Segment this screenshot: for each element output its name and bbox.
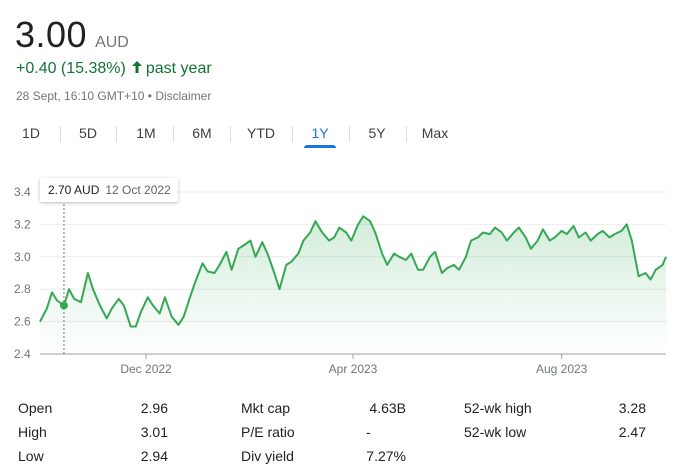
tab-separator — [116, 126, 117, 142]
y-tick-label: 3.4 — [14, 185, 31, 199]
tab-5d[interactable]: 5D — [72, 118, 104, 148]
stat-label-div-yield: Div yield — [241, 448, 294, 464]
price-chart[interactable]: 3.4 3.2 3.0 2.8 2.6 2.4 Dec 2022 Apr 2023 Aug 2… — [0, 176, 682, 376]
tab-1y[interactable]: 1Y — [304, 118, 336, 148]
stat-value-pe-ratio: - — [366, 424, 371, 440]
stat-value-high: 3.01 — [140, 424, 168, 440]
y-tick-label: 3.2 — [14, 217, 31, 231]
active-tab-indicator — [304, 145, 336, 148]
change-period: past year — [145, 60, 212, 77]
stat-label-open: Open — [18, 400, 53, 416]
x-tick-label: Aug 2023 — [536, 362, 588, 376]
stat-value-low: 2.94 — [140, 448, 168, 464]
stat-label-pe-ratio: P/E ratio — [241, 424, 295, 440]
tab-ytd[interactable]: YTD — [242, 118, 280, 148]
stat-label-low: Low — [18, 448, 44, 464]
y-tick-label: 2.6 — [14, 315, 31, 329]
range-tabs: 1D 5D 1M 6M YTD 1Y 5Y Max — [0, 118, 682, 150]
tab-5y[interactable]: 5Y — [362, 118, 392, 148]
tab-separator — [406, 126, 407, 142]
tab-1d[interactable]: 1D — [16, 118, 46, 148]
y-axis: 3.4 3.2 3.0 2.8 2.6 2.4 — [14, 185, 31, 361]
x-tick-label: Dec 2022 — [120, 362, 172, 376]
y-tick-label: 2.4 — [14, 347, 31, 361]
stat-value-52wk-low: 2.47 — [618, 424, 646, 440]
stat-value-mkt-cap: 4.63B — [369, 400, 406, 416]
timestamp-row: 28 Sept, 16:10 GMT+10 • Disclaimer — [16, 89, 211, 103]
stat-label-high: High — [18, 424, 47, 440]
tab-separator — [230, 126, 231, 142]
stat-value-52wk-high: 3.28 — [618, 400, 646, 416]
price-row: 3.00 AUD — [15, 14, 129, 56]
tab-separator — [60, 126, 61, 142]
current-price: 3.00 — [15, 14, 88, 55]
tooltip-value: 2.70 AUD — [48, 183, 100, 197]
stat-value-div-yield: 7.27% — [366, 448, 406, 464]
chart-tooltip: 2.70 AUD 12 Oct 2022 — [40, 178, 178, 202]
timestamp: 28 Sept, 16:10 GMT+10 — [16, 89, 145, 103]
tab-1m[interactable]: 1M — [130, 118, 162, 148]
currency-label: AUD — [95, 34, 129, 51]
tab-6m[interactable]: 6M — [186, 118, 218, 148]
stat-label-52wk-high: 52-wk high — [464, 400, 532, 416]
tab-separator — [292, 126, 293, 142]
y-tick-label: 3.0 — [14, 250, 31, 264]
price-change: +0.40 (15.38%) — [16, 60, 126, 77]
price-change-row: +0.40 (15.38%) past year — [16, 60, 212, 78]
tab-max[interactable]: Max — [418, 118, 452, 148]
tooltip-date: 12 Oct 2022 — [105, 183, 171, 197]
x-tick-label: Apr 2023 — [329, 362, 378, 376]
stat-value-open: 2.96 — [140, 400, 168, 416]
tab-separator — [173, 126, 174, 142]
x-axis: Dec 2022 Apr 2023 Aug 2023 — [120, 354, 588, 376]
tab-separator — [349, 126, 350, 142]
arrow-up-icon — [131, 60, 142, 78]
y-tick-label: 2.8 — [14, 282, 31, 296]
stat-label-52wk-low: 52-wk low — [464, 424, 527, 440]
stat-label-mkt-cap: Mkt cap — [241, 400, 291, 416]
disclaimer-link[interactable]: Disclaimer — [155, 89, 211, 103]
hover-dot — [59, 301, 68, 310]
